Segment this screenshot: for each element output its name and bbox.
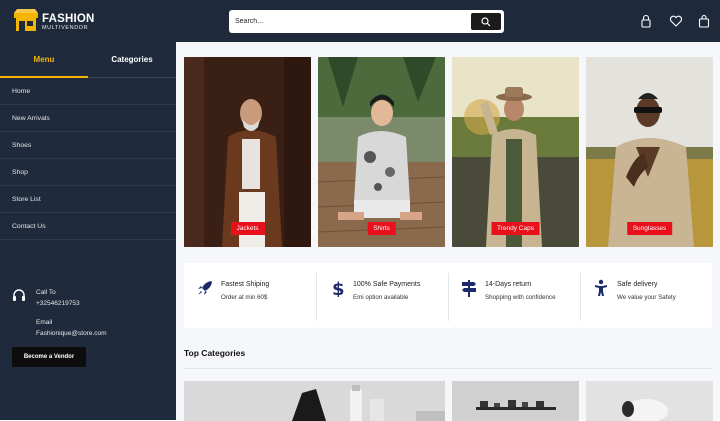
svg-text:$: $ — [332, 279, 345, 297]
feature-title: 100% Safe Payments — [353, 281, 421, 288]
feature-fast-shipping: Fastest Shiping Order at min 60$ — [184, 263, 316, 328]
top-navbar: FASHION MULTIVENDOR — [0, 0, 720, 42]
search-input[interactable] — [235, 14, 465, 29]
category-photo — [586, 381, 713, 421]
category-card-jackets[interactable]: Jackets — [184, 57, 311, 247]
main-content: Jackets Shirts Trendy Caps Sunglasses Fa… — [176, 42, 720, 421]
feature-subtitle: Shopping with confidence — [485, 294, 556, 301]
feature-title: Fastest Shiping — [221, 281, 270, 288]
sidebar-item-shop[interactable]: Shop — [0, 159, 176, 186]
feature-returns: 14-Days return Shopping with confidence — [448, 263, 580, 328]
search-icon — [481, 16, 491, 26]
shop-logo-icon[interactable] — [13, 9, 39, 33]
card-label: Shirts — [367, 222, 396, 235]
section-title-top-categories: Top Categories — [184, 348, 246, 358]
shopping-bag-icon[interactable] — [697, 14, 711, 28]
sidebar-tabs: Menu Categories — [0, 42, 176, 78]
divider — [184, 368, 712, 369]
signpost-icon — [462, 280, 476, 297]
feature-subtitle: Emi option available — [353, 294, 409, 301]
person-icon — [595, 279, 607, 296]
feature-safe-payments: $ 100% Safe Payments Emi option availabl… — [316, 263, 448, 328]
brand-name[interactable]: FASHION — [42, 13, 95, 25]
sidebar-item-store-list[interactable]: Store List — [0, 186, 176, 213]
top-category-card[interactable] — [184, 381, 445, 421]
photo-cap-man — [452, 57, 579, 247]
tab-menu[interactable]: Menu — [0, 42, 88, 78]
sidebar-item-contact-us[interactable]: Contact Us — [0, 213, 176, 240]
feature-title: Safe delivery — [617, 281, 658, 288]
sidebar-item-shoes[interactable]: Shoes — [0, 132, 176, 159]
card-label: Sunglasses — [626, 222, 673, 235]
category-photo — [452, 381, 579, 421]
photo-jacket-man — [184, 57, 311, 247]
search-bar — [229, 10, 504, 33]
phone-number[interactable]: +32546219753 — [36, 300, 80, 307]
features-strip: Fastest Shiping Order at min 60$ $ 100% … — [184, 263, 712, 328]
email-label: Email — [36, 319, 53, 326]
lock-icon[interactable] — [639, 14, 653, 28]
feature-subtitle: Order at min 60$ — [221, 294, 268, 301]
search-button[interactable] — [471, 13, 501, 30]
dollar-icon: $ — [332, 279, 345, 297]
photo-shirt-man — [318, 57, 445, 247]
card-label: Jackets — [230, 222, 265, 235]
photo-sunglasses-man — [586, 57, 713, 247]
feature-subtitle: We value your Safety — [617, 294, 676, 301]
sidebar-item-home[interactable]: Home — [0, 78, 176, 105]
rocket-icon — [198, 281, 212, 295]
category-photo — [184, 381, 445, 421]
top-category-card[interactable] — [586, 381, 713, 421]
feature-title: 14-Days return — [485, 281, 532, 288]
heart-icon[interactable] — [669, 14, 683, 28]
call-label: Call To — [36, 289, 56, 296]
category-card-sunglasses[interactable]: Sunglasses — [586, 57, 713, 247]
email-address[interactable]: Fashionique@store.com — [36, 330, 107, 337]
top-category-card[interactable] — [452, 381, 579, 421]
sidebar: Menu Categories Home New Arrivals Shoes … — [0, 42, 176, 420]
sidebar-item-new-arrivals[interactable]: New Arrivals — [0, 105, 176, 132]
card-label: Trendy Caps — [491, 222, 540, 235]
become-vendor-button[interactable]: Become a Vendor — [12, 347, 86, 367]
category-card-trendy-caps[interactable]: Trendy Caps — [452, 57, 579, 247]
category-card-shirts[interactable]: Shirts — [318, 57, 445, 247]
feature-safe-delivery: Safe delivery We value your Safety — [580, 263, 712, 328]
tab-categories[interactable]: Categories — [88, 42, 176, 78]
headphones-icon — [12, 288, 26, 302]
brand-subtitle: MULTIVENDOR — [42, 25, 89, 31]
